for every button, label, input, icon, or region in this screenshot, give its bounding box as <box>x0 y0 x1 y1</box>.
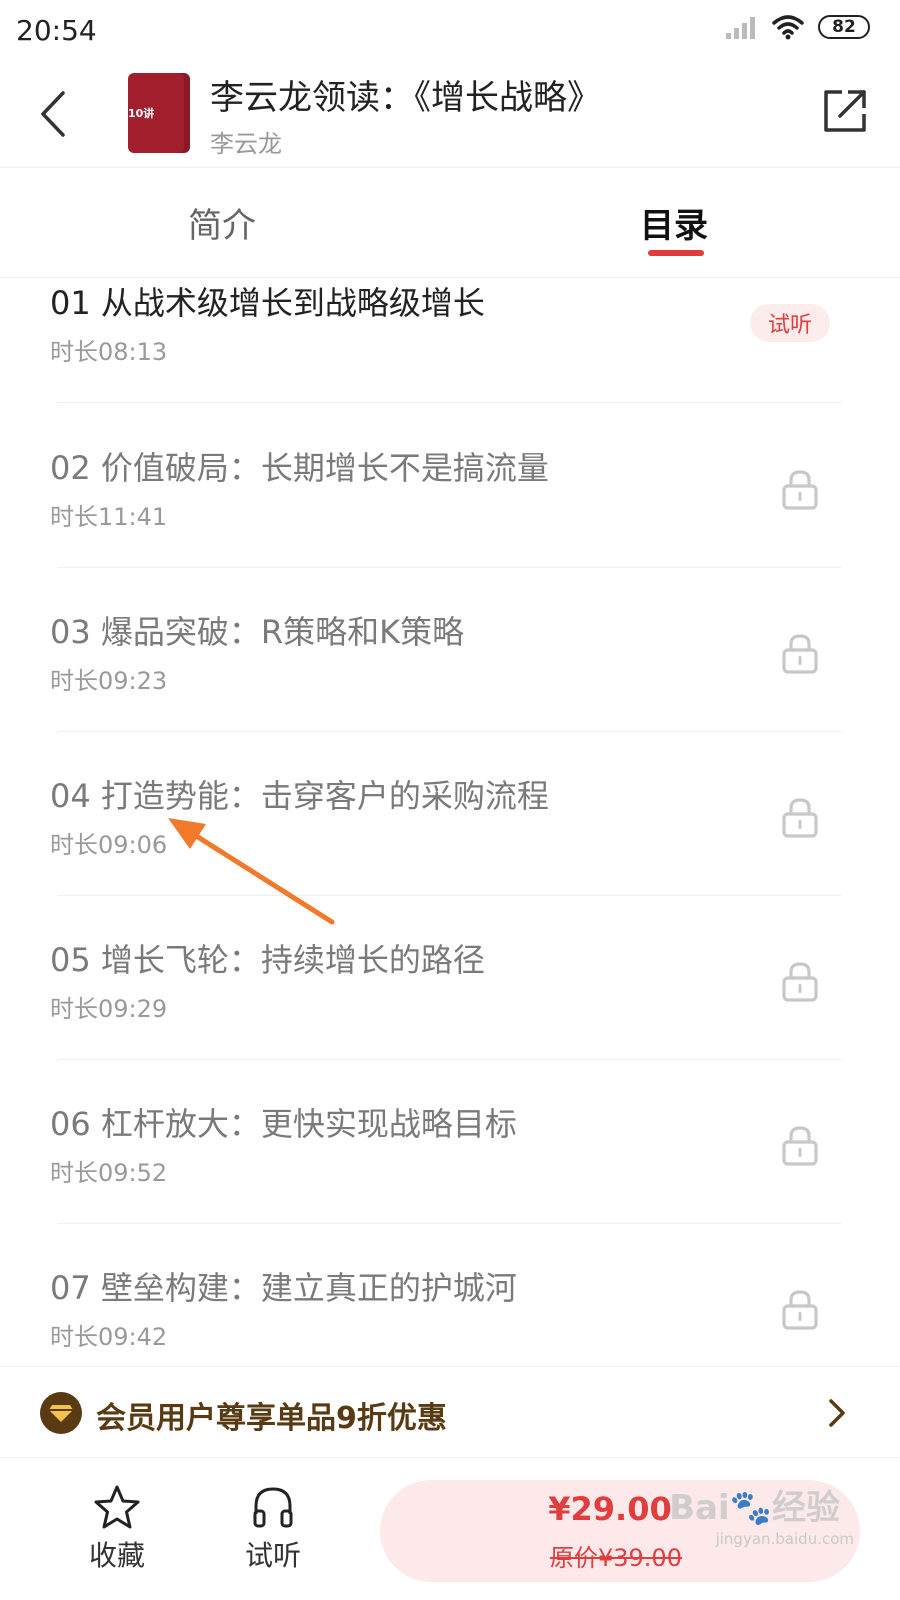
star-icon <box>94 1485 140 1529</box>
episode-title: 06 杠杆放大：更快实现战略目标 <box>50 1105 517 1143</box>
episode-duration: 时长11:41 <box>50 503 168 531</box>
share-button[interactable] <box>820 86 870 136</box>
status-bar: 20:54 82 <box>0 0 900 60</box>
episode-duration: 时长09:42 <box>50 1323 168 1351</box>
favorite-button[interactable]: 收藏 <box>62 1484 172 1584</box>
vip-banner-text: 会员用户尊享单品9折优惠 <box>96 1401 447 1436</box>
status-icons: 82 <box>724 14 870 40</box>
vip-diamond-icon <box>40 1392 82 1434</box>
status-time: 20:54 <box>16 14 97 47</box>
watermark-logo: Bai🐾经验 <box>669 1488 840 1528</box>
episode-duration: 时长09:29 <box>50 995 168 1023</box>
episode-duration: 时长09:52 <box>50 1159 168 1187</box>
book-cover[interactable]: 10讲 <box>128 73 190 153</box>
chevron-right-icon <box>829 1399 845 1427</box>
episode-title: 02 价值破局：长期增长不是搞流量 <box>50 449 549 487</box>
episode-item-06[interactable]: 06 杠杆放大：更快实现战略目标 时长09:52 <box>0 1059 900 1227</box>
lock-icon <box>782 634 818 674</box>
episode-title: 01 从战术级增长到战略级增长 <box>50 284 485 322</box>
episode-title: 07 壁垒构建：建立真正的护城河 <box>50 1269 517 1307</box>
lock-icon <box>782 962 818 1002</box>
original-price: 原价¥39.00 <box>550 1544 682 1572</box>
episode-item-07[interactable]: 07 壁垒构建：建立真正的护城河 时长09:42 <box>0 1223 900 1366</box>
active-tab-indicator <box>648 250 704 256</box>
tab-intro[interactable]: 简介 <box>188 198 256 247</box>
vip-banner[interactable]: 会员用户尊享单品9折优惠 <box>0 1366 900 1458</box>
episode-item-03[interactable]: 03 爆品突破：R策略和K策略 时长09:23 <box>0 567 900 735</box>
episode-item-02[interactable]: 02 价值破局：长期增长不是搞流量 时长11:41 <box>0 403 900 571</box>
episode-duration: 时长09:06 <box>50 831 168 859</box>
episode-title: 03 爆品突破：R策略和K策略 <box>50 613 465 651</box>
lock-icon <box>782 798 818 838</box>
back-button[interactable] <box>30 84 74 144</box>
episode-item-05[interactable]: 05 增长飞轮：持续增长的路径 时长09:29 <box>0 895 900 1063</box>
episode-title: 05 增长飞轮：持续增长的路径 <box>50 941 485 979</box>
author-name: 李云龙 <box>210 130 282 158</box>
wifi-icon <box>772 15 804 40</box>
tab-bar: 简介 目录 <box>0 168 900 278</box>
headphones-icon <box>253 1487 293 1528</box>
signal-icon <box>726 17 755 39</box>
watermark-url: jingyan.baidu.com <box>715 1530 854 1548</box>
listen-label: 试听 <box>244 1539 301 1572</box>
episode-duration: 时长08:13 <box>50 338 168 366</box>
episode-duration: 时长09:23 <box>50 667 168 695</box>
trial-badge[interactable]: 试听 <box>750 304 830 342</box>
tab-catalog[interactable]: 目录 <box>640 198 708 247</box>
listen-button[interactable]: 试听 <box>218 1484 328 1584</box>
favorite-label: 收藏 <box>88 1539 145 1572</box>
header: 10讲 李云龙领读：《增长战略》 李云龙 <box>0 60 900 168</box>
battery-indicator: 82 <box>818 15 870 39</box>
lock-icon <box>782 470 818 510</box>
share-icon <box>824 90 866 132</box>
page-title: 李云龙领读：《增长战略》 <box>210 78 601 118</box>
lock-icon <box>782 1126 818 1166</box>
episode-list: 01 从战术级增长到战略级增长 时长08:13 试听 02 价值破局：长期增长不… <box>0 278 900 1366</box>
episode-item-04[interactable]: 04 打造势能：击穿客户的采购流程 时长09:06 <box>0 731 900 899</box>
episode-title: 04 打造势能：击穿客户的采购流程 <box>50 777 549 815</box>
back-arrow-icon <box>41 91 65 137</box>
cover-text: 10讲 <box>128 107 155 120</box>
lock-icon <box>782 1290 818 1330</box>
